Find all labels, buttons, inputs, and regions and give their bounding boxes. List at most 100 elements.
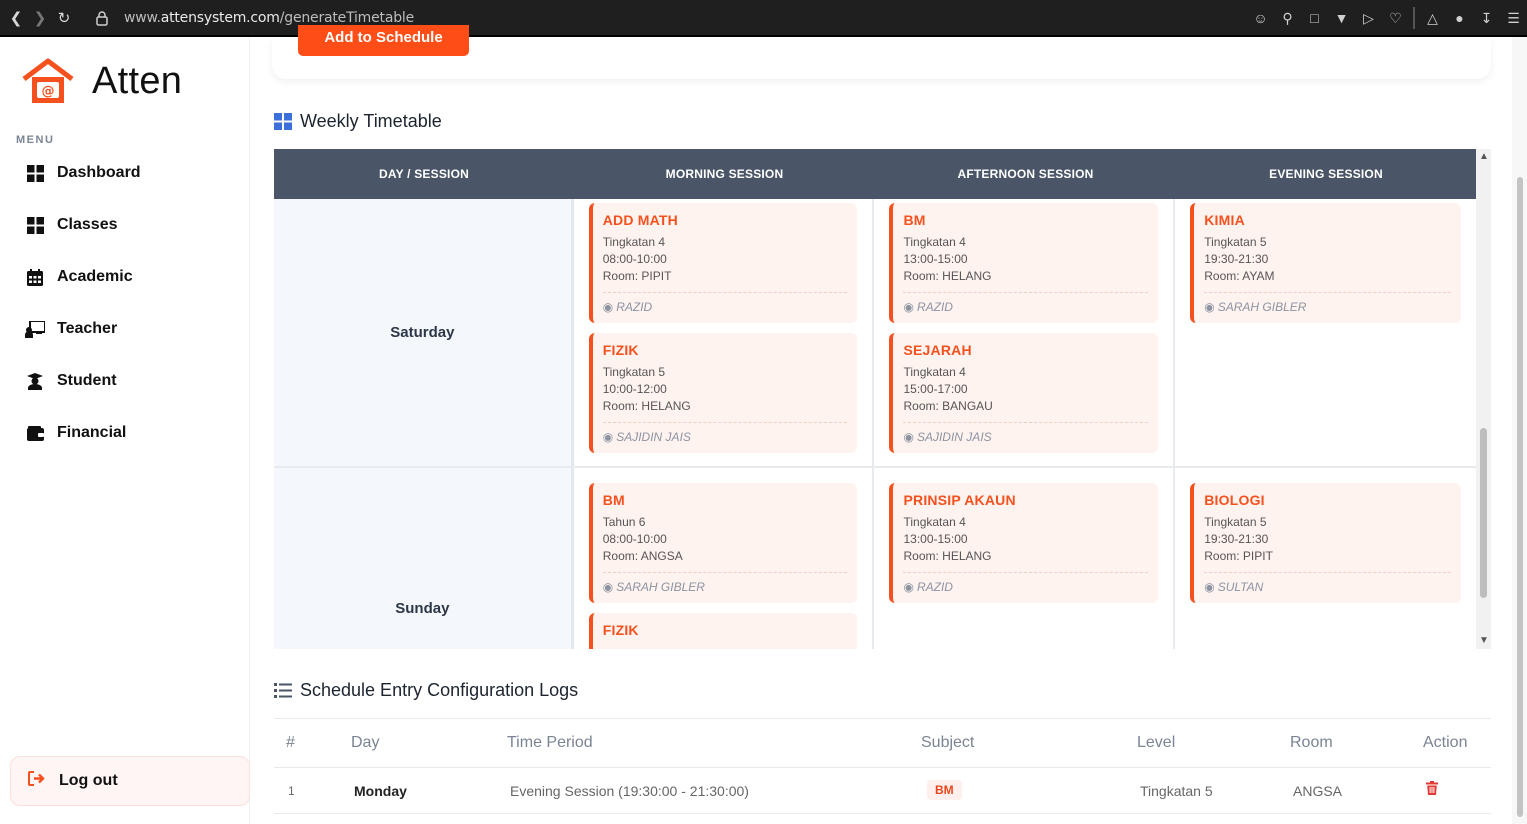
sidebar-item-classes[interactable]: Classes: [0, 199, 250, 251]
reload-icon[interactable]: ↻: [52, 6, 76, 30]
sidebar-item-academic[interactable]: Academic: [0, 251, 250, 303]
entry-time: 08:00-10:00: [602, 252, 667, 266]
calendar-icon: [25, 267, 45, 287]
morning-cell: ADD MATH Tingkatan 4 08:00-10:00 Room: P…: [573, 199, 875, 466]
sidebar-item-teacher[interactable]: Teacher: [0, 303, 250, 355]
address-bar[interactable]: www.attensystem.com/generateTimetable: [90, 6, 1405, 30]
entry-level: Tingkatan 5: [1204, 515, 1267, 529]
afternoon-cell: PRINSIP AKAUN Tingkatan 4 13:00-15:00 Ro…: [874, 468, 1176, 649]
entry-subject: KIMIA: [1204, 212, 1245, 228]
scrollbar-thumb[interactable]: [1517, 177, 1523, 817]
add-to-schedule-button[interactable]: Add to Schedule: [298, 25, 469, 56]
entry-level: Tingkatan 5: [602, 365, 665, 379]
house-logo-icon: @: [16, 45, 80, 117]
sidebar-item-student[interactable]: Student: [0, 355, 250, 407]
header-evening: EVENING SESSION: [1269, 167, 1383, 181]
entry-level: Tingkatan 4: [903, 235, 966, 249]
emoji-icon[interactable]: ☺: [1247, 6, 1274, 30]
schedule-entry[interactable]: BIOLOGI Tingkatan 5 19:30-21:30 Room: PI…: [1190, 483, 1461, 603]
trash-icon[interactable]: [1426, 781, 1438, 798]
header-afternoon: AFTERNOON SESSION: [957, 167, 1094, 181]
row-num: 1: [288, 784, 295, 798]
forward-icon[interactable]: ❯: [28, 6, 52, 30]
timetable-row-saturday: Saturday ADD MATH Tingkatan 4 08:00-10:0…: [274, 199, 1476, 468]
schedule-entry[interactable]: KIMIA Tingkatan 5 19:30-21:30 Room: AYAM…: [1190, 203, 1461, 323]
sidebar-item-dashboard[interactable]: Dashboard: [0, 147, 250, 199]
svg-text:@: @: [42, 84, 55, 99]
col-action: Action: [1423, 734, 1468, 751]
user-circle-icon: ◉: [903, 580, 914, 594]
schedule-entry[interactable]: PRINSIP AKAUN Tingkatan 4 13:00-15:00 Ro…: [889, 483, 1159, 603]
download-icon[interactable]: ↧: [1473, 6, 1500, 30]
menu-icon[interactable]: ☰: [1500, 6, 1527, 30]
logs-heading: Schedule Entry Configuration Logs: [274, 680, 578, 701]
schedule-entry[interactable]: BM Tingkatan 4 13:00-15:00 Room: HELANG …: [889, 203, 1159, 323]
scroll-down-icon[interactable]: ▼: [1479, 635, 1489, 646]
extensions-icon[interactable]: △: [1419, 6, 1446, 30]
evening-cell: KIMIA Tingkatan 5 19:30-21:30 Room: AYAM…: [1175, 199, 1476, 466]
entry-teacher: ◉ RAZID: [903, 572, 1149, 594]
schedule-entry[interactable]: FIZIK: [588, 613, 858, 649]
heart-icon[interactable]: ♡: [1382, 6, 1409, 30]
grid-icon: [274, 113, 292, 130]
sidebar-item-label: Dashboard: [57, 164, 141, 181]
timetable-scrollbar[interactable]: ▲ ▼: [1476, 149, 1491, 649]
col-room: Room: [1290, 734, 1333, 751]
sidebar-item-label: Financial: [57, 424, 127, 441]
entry-teacher: ◉ SAJIDIN JAIS: [903, 422, 1149, 444]
section-title: Schedule Entry Configuration Logs: [300, 680, 579, 700]
entry-room: Room: HELANG: [903, 549, 992, 563]
entry-subject: BIOLOGI: [1204, 492, 1265, 508]
back-icon[interactable]: ❮: [4, 6, 28, 30]
scrollbar-thumb[interactable]: [1480, 428, 1487, 598]
entry-level: Tingkatan 4: [602, 235, 665, 249]
pin-icon[interactable]: ⚲: [1274, 6, 1301, 30]
user-circle-icon: ◉: [602, 580, 614, 594]
chalkboard-teacher-icon: [25, 319, 45, 339]
col-num: #: [286, 734, 295, 751]
grid-icon: [25, 163, 45, 183]
col-time-period: Time Period: [507, 734, 593, 751]
lock-icon: [96, 11, 108, 26]
entry-teacher: ◉ SARAH GIBLER: [602, 572, 848, 594]
entry-teacher: ◉ SULTAN: [1204, 572, 1451, 594]
col-subject: Subject: [921, 734, 975, 751]
screenshot-icon[interactable]: □: [1301, 6, 1328, 30]
schedule-entry[interactable]: ADD MATH Tingkatan 4 08:00-10:00 Room: P…: [588, 203, 858, 323]
scroll-up-icon[interactable]: ▲: [1479, 151, 1489, 162]
pocket-icon[interactable]: ▼: [1328, 6, 1355, 30]
entry-level: Tahun 6: [602, 515, 646, 529]
wallet-icon: [25, 423, 45, 443]
entry-room: Room: HELANG: [903, 269, 992, 283]
logs-table-header: # Day Time Period Subject Level Room Act…: [274, 718, 1491, 768]
entry-teacher: ◉ RAZID: [903, 292, 1149, 314]
user-circle-icon: ◉: [1204, 580, 1215, 594]
entry-subject: FIZIK: [602, 342, 639, 358]
page-scrollbar[interactable]: [1512, 37, 1527, 824]
sidebar-item-label: Student: [57, 372, 117, 389]
user-circle-icon: ◉: [903, 430, 914, 444]
col-level: Level: [1137, 734, 1176, 751]
entry-time: 08:00-10:00: [602, 532, 667, 546]
section-title: Weekly Timetable: [300, 111, 442, 131]
row-level: Tingkatan 5: [1140, 783, 1213, 799]
afternoon-cell: BM Tingkatan 4 13:00-15:00 Room: HELANG …: [874, 199, 1176, 466]
grid-icon: [25, 215, 45, 235]
entry-subject: SEJARAH: [903, 342, 972, 358]
header-day-session: DAY / SESSION: [379, 167, 469, 181]
entry-level: Tingkatan 4: [903, 365, 966, 379]
schedule-entry[interactable]: FIZIK Tingkatan 5 10:00-12:00 Room: HELA…: [588, 333, 858, 453]
entry-room: Room: PIPIT: [1204, 549, 1273, 563]
schedule-entry[interactable]: SEJARAH Tingkatan 4 15:00-17:00 Room: BA…: [889, 333, 1159, 453]
logs-table: # Day Time Period Subject Level Room Act…: [274, 718, 1491, 814]
schedule-entry[interactable]: BM Tahun 6 08:00-10:00 Room: ANGSA ◉ SARA…: [588, 483, 858, 603]
account-icon[interactable]: ●: [1446, 6, 1473, 30]
graduate-icon: [25, 371, 45, 391]
send-icon[interactable]: ▷: [1355, 6, 1382, 30]
row-time-period: Evening Session (19:30:00 - 21:30:00): [510, 783, 749, 799]
logout-button[interactable]: Log out: [10, 756, 250, 806]
sidebar-item-financial[interactable]: Financial: [0, 407, 250, 459]
sidebar-item-label: Teacher: [57, 320, 118, 337]
logo[interactable]: @ Atten: [16, 45, 182, 117]
sidebar: @ Atten MENU Dashboard Classes Academic: [0, 37, 250, 824]
